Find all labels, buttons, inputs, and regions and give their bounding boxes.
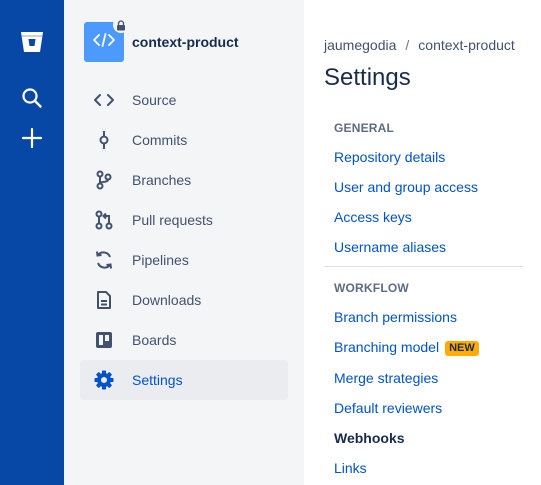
- breadcrumb-separator: /: [405, 37, 410, 53]
- default-reviewers-link[interactable]: Default reviewers: [334, 400, 442, 416]
- repo-sidebar: context-product Source Commits Branches …: [64, 0, 304, 485]
- branch-icon: [92, 168, 116, 192]
- sidebar-item-label: Commits: [132, 132, 188, 148]
- plus-icon[interactable]: [16, 122, 48, 154]
- repo-name[interactable]: context-product: [132, 34, 239, 50]
- sidebar-item-branches[interactable]: Branches: [80, 160, 288, 200]
- downloads-icon: [92, 288, 116, 312]
- sidebar-item-label: Settings: [132, 372, 183, 388]
- breadcrumb-user-link[interactable]: jaumegodia: [324, 37, 396, 53]
- boards-icon: [92, 328, 116, 352]
- source-code-icon: [92, 88, 116, 112]
- sidebar-item-label: Pull requests: [132, 212, 213, 228]
- code-icon: [93, 32, 115, 53]
- sidebar-item-label: Pipelines: [132, 252, 189, 268]
- repository-details-link[interactable]: Repository details: [334, 149, 445, 165]
- breadcrumb: jaumegodia / context-product: [324, 37, 515, 53]
- sidebar-item-pipelines[interactable]: Pipelines: [80, 240, 288, 280]
- pull-request-icon: [92, 208, 116, 232]
- access-keys-link[interactable]: Access keys: [334, 209, 412, 225]
- webhooks-link[interactable]: Webhooks: [334, 430, 405, 446]
- username-aliases-link[interactable]: Username aliases: [334, 239, 446, 255]
- branch-permissions-link[interactable]: Branch permissions: [334, 309, 457, 325]
- branching-model-row: Branching model NEW: [334, 339, 479, 356]
- sidebar-item-label: Source: [132, 92, 177, 108]
- repo-header[interactable]: context-product: [84, 17, 239, 62]
- general-section-heading: GENERAL: [334, 121, 395, 135]
- search-icon[interactable]: [16, 82, 48, 114]
- workflow-section-heading: WORKFLOW: [334, 281, 409, 295]
- repo-avatar: [84, 17, 129, 62]
- breadcrumb-repo-link[interactable]: context-product: [418, 37, 515, 53]
- sidebar-item-downloads[interactable]: Downloads: [80, 280, 288, 320]
- page-title: Settings: [324, 64, 411, 91]
- pipelines-icon: [92, 248, 116, 272]
- links-link[interactable]: Links: [334, 460, 367, 476]
- repo-nav: Source Commits Branches Pull requests Pi…: [80, 80, 288, 400]
- section-divider: [324, 266, 523, 267]
- sidebar-item-commits[interactable]: Commits: [80, 120, 288, 160]
- settings-icon: [92, 368, 116, 392]
- merge-strategies-link[interactable]: Merge strategies: [334, 370, 438, 386]
- sidebar-item-label: Boards: [132, 332, 177, 348]
- settings-main: jaumegodia / context-product Settings GENE…: [304, 0, 541, 485]
- sidebar-item-label: Downloads: [132, 292, 202, 308]
- bitbucket-logo-icon[interactable]: [16, 26, 48, 58]
- user-and-group-access-link[interactable]: User and group access: [334, 179, 478, 195]
- sidebar-item-source[interactable]: Source: [80, 80, 288, 120]
- sidebar-item-pull-requests[interactable]: Pull requests: [80, 200, 288, 240]
- new-badge: NEW: [445, 341, 479, 356]
- global-nav: [0, 0, 64, 485]
- sidebar-item-label: Branches: [132, 172, 192, 188]
- branching-model-link[interactable]: Branching model: [334, 339, 439, 355]
- sidebar-item-boards[interactable]: Boards: [80, 320, 288, 360]
- commit-icon: [92, 128, 116, 152]
- sidebar-item-settings[interactable]: Settings: [80, 360, 288, 400]
- lock-icon: [113, 17, 129, 33]
